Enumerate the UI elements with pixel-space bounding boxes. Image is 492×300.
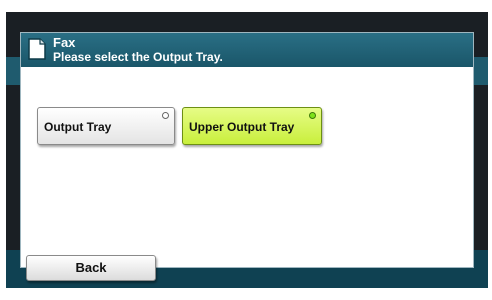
instruction-text: Please select the Output Tray. xyxy=(53,50,223,64)
output-tray-button[interactable]: Output Tray xyxy=(37,107,175,145)
lcd-display: Fax Please select the Output Tray. Outpu… xyxy=(6,12,488,288)
output-tray-label: Output Tray xyxy=(44,120,112,134)
document-icon xyxy=(27,38,47,60)
back-button[interactable]: Back xyxy=(26,255,156,281)
lcd-side-band-left xyxy=(6,57,20,85)
device-screen: Fax Please select the Output Tray. Outpu… xyxy=(0,0,492,300)
upper-output-tray-label: Upper Output Tray xyxy=(189,120,295,134)
upper-output-tray-button[interactable]: Upper Output Tray xyxy=(182,107,322,145)
page-title: Fax xyxy=(53,35,76,50)
dialog-header: Fax Please select the Output Tray. xyxy=(21,33,473,67)
dialog-panel: Fax Please select the Output Tray. Outpu… xyxy=(20,32,474,268)
unselected-indicator-icon xyxy=(162,112,169,119)
bezel-top xyxy=(0,0,492,12)
bezel-right xyxy=(488,12,492,288)
selected-indicator-icon xyxy=(309,112,316,119)
bezel-bottom xyxy=(0,288,492,300)
footer: Back xyxy=(6,241,488,288)
lcd-side-band-right xyxy=(474,57,488,85)
